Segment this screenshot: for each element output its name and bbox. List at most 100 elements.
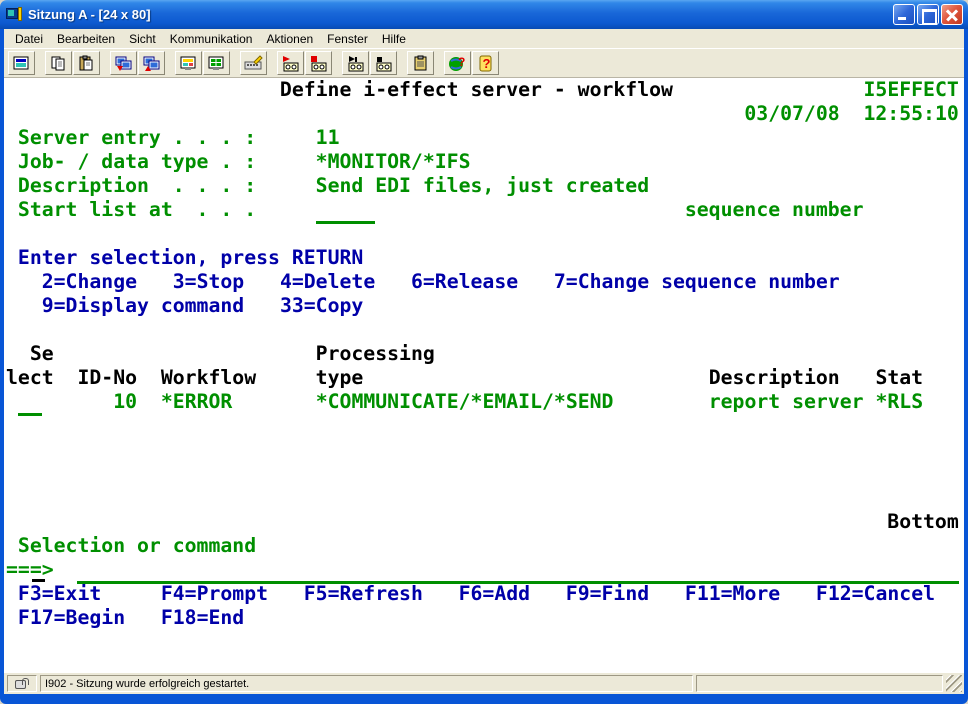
emulator-window: Sitzung A - [24 x 80] DateiBearbeitenSic… <box>0 0 968 704</box>
terminal-row: 10 *ERROR *COMMUNICATE/*EMAIL/*SEND repo… <box>6 390 964 414</box>
terminal-text: Se <box>30 342 54 365</box>
terminal-text: Description <box>709 366 840 389</box>
svg-text:?: ? <box>458 55 465 69</box>
menu-item-datei[interactable]: Datei <box>8 30 50 48</box>
menu-item-kommunikation[interactable]: Kommunikation <box>163 30 260 48</box>
terminal-row: 9=Display command 33=Copy <box>6 294 964 318</box>
terminal-row <box>6 414 964 438</box>
help-button[interactable]: ? <box>472 51 499 75</box>
send-file-icon <box>114 55 133 72</box>
terminal-text: F3=Exit <box>18 582 101 605</box>
terminal-row: Define i-effect server - workflow I5EFFE… <box>6 78 964 102</box>
terminal-row <box>6 630 964 654</box>
display-setup-button[interactable] <box>175 51 202 75</box>
receive-file-button[interactable] <box>138 51 165 75</box>
command-input-field[interactable] <box>77 558 958 584</box>
terminal-text: 4=Delete <box>280 270 375 293</box>
terminal-text: *MONITOR/*IFS <box>316 150 471 173</box>
display-setup-icon <box>179 55 198 72</box>
color-setup-icon <box>207 55 226 72</box>
terminal-text: lect <box>6 366 54 389</box>
application-icon <box>6 7 23 22</box>
stop-macro-icon <box>309 55 328 72</box>
terminal-text: Server entry . . . : <box>18 126 256 149</box>
terminal-text: Define i-effect server - workflow <box>280 78 673 101</box>
terminal-text: Selection or command <box>18 534 256 557</box>
svg-text:?: ? <box>483 56 491 71</box>
terminal-screen[interactable]: Define i-effect server - workflow I5EFFE… <box>4 78 964 672</box>
terminal-text: Workflow <box>161 366 256 389</box>
terminal-text: 9=Display command <box>42 294 244 317</box>
terminal-row: Start list at . . . sequence number <box>6 198 964 222</box>
status-message: I902 - Sitzung wurde erfolgreich gestart… <box>40 675 693 692</box>
toolbar: ?? <box>4 49 964 78</box>
close-button[interactable] <box>941 4 963 25</box>
receive-file-icon <box>142 55 161 72</box>
play-macro-button[interactable] <box>342 51 369 75</box>
step-macro-icon <box>374 55 393 72</box>
terminal-text: type <box>316 366 364 389</box>
terminal-text: *COMMUNICATE/*EMAIL/*SEND <box>316 390 614 413</box>
terminal-row: Bottom <box>6 510 964 534</box>
terminal-row: Server entry . . . : 11 <box>6 126 964 150</box>
select-field[interactable] <box>18 390 42 416</box>
terminal-text: Stat <box>875 366 923 389</box>
copy-button[interactable] <box>45 51 72 75</box>
terminal-row <box>6 462 964 486</box>
clipboard-button[interactable] <box>407 51 434 75</box>
maximize-button[interactable] <box>917 4 939 25</box>
terminal-row: Description . . . : Send EDI files, just… <box>6 174 964 198</box>
start-list-at-field[interactable] <box>316 198 376 224</box>
status-extra-panel <box>696 675 943 692</box>
send-file-button[interactable] <box>110 51 137 75</box>
copy-icon <box>49 55 68 72</box>
terminal-text: 6=Release <box>411 270 518 293</box>
help-icon: ? <box>476 55 495 72</box>
terminal-text: Start list at . . . <box>18 198 256 221</box>
stop-macro-button[interactable] <box>305 51 332 75</box>
play-macro-icon <box>346 55 365 72</box>
terminal-text: ID-No <box>77 366 137 389</box>
terminal-text: 7=Change sequence number <box>554 270 840 293</box>
color-setup-button[interactable] <box>203 51 230 75</box>
text-cursor <box>32 579 45 582</box>
terminal-text: Processing <box>316 342 435 365</box>
menu-item-fenster[interactable]: Fenster <box>320 30 375 48</box>
terminal-row: F17=Begin F18=End <box>6 606 964 630</box>
new-session-icon <box>12 55 31 72</box>
terminal-text: I5EFFECT <box>864 78 959 101</box>
terminal-row: Job- / data type . : *MONITOR/*IFS <box>6 150 964 174</box>
keyboard-setup-button[interactable] <box>240 51 267 75</box>
terminal-row: Enter selection, press RETURN <box>6 246 964 270</box>
terminal-text: Send EDI files, just created <box>316 174 649 197</box>
minimize-button[interactable] <box>893 4 915 25</box>
paste-icon <box>77 55 96 72</box>
title-bar[interactable]: Sitzung A - [24 x 80] <box>0 0 968 29</box>
globe-help-button[interactable]: ? <box>444 51 471 75</box>
terminal-text: Job- / data type . : <box>18 150 256 173</box>
globe-help-icon: ? <box>448 55 467 72</box>
terminal-text: 03/07/08 12:55:10 <box>744 102 958 125</box>
terminal-row <box>6 438 964 462</box>
terminal-text: 33=Copy <box>280 294 363 317</box>
terminal-row: ===> <box>6 558 964 582</box>
terminal-text: F11=More <box>685 582 780 605</box>
clipboard-icon <box>411 55 430 72</box>
menu-bar: DateiBearbeitenSichtKommunikationAktione… <box>4 29 964 49</box>
menu-item-aktionen[interactable]: Aktionen <box>259 30 320 48</box>
step-macro-button[interactable] <box>370 51 397 75</box>
keyboard-setup-icon <box>244 55 263 72</box>
terminal-text: Enter selection, press RETURN <box>18 246 363 269</box>
terminal-text: F6=Add <box>459 582 530 605</box>
terminal-row <box>6 486 964 510</box>
paste-button[interactable] <box>73 51 100 75</box>
menu-item-bearbeiten[interactable]: Bearbeiten <box>50 30 122 48</box>
record-macro-button[interactable] <box>277 51 304 75</box>
menu-item-hilfe[interactable]: Hilfe <box>375 30 413 48</box>
resize-grip[interactable] <box>946 675 962 692</box>
terminal-row: Selection or command <box>6 534 964 558</box>
new-session-button[interactable] <box>8 51 35 75</box>
terminal-text: 11 <box>316 126 340 149</box>
menu-item-sicht[interactable]: Sicht <box>122 30 163 48</box>
status-bar: I902 - Sitzung wurde erfolgreich gestart… <box>4 672 964 694</box>
